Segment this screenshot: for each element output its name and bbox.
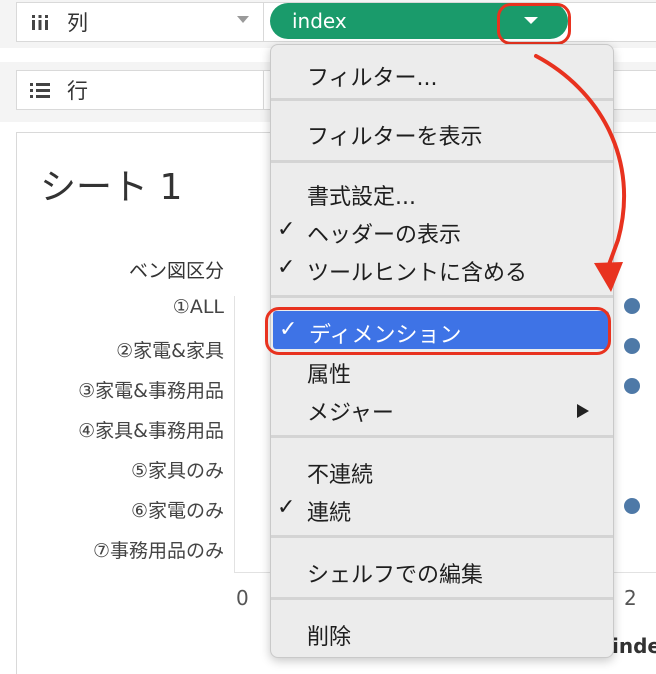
annotation-arrow-icon <box>534 54 627 292</box>
